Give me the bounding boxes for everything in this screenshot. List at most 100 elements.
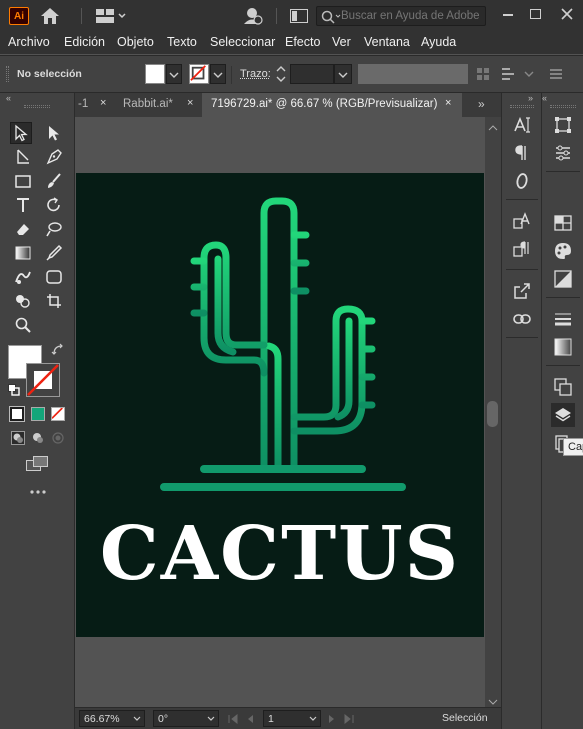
search-input[interactable] [341, 8, 483, 24]
menu-texto[interactable]: Texto [167, 35, 197, 49]
tab-overflow-icon[interactable]: » [478, 97, 494, 111]
gradient-tool-icon[interactable] [12, 242, 34, 264]
arrange-documents-icon[interactable] [290, 9, 308, 23]
tab-close-icon[interactable]: × [445, 97, 451, 109]
blend-tool-icon[interactable] [12, 266, 34, 288]
draw-normal-icon[interactable] [11, 431, 25, 445]
draw-behind-icon[interactable] [31, 431, 45, 445]
stroke-color-swatch[interactable] [26, 363, 60, 397]
default-colors-icon[interactable] [8, 384, 20, 396]
stroke-weight-stepper[interactable] [274, 64, 288, 84]
shape-builder-tool-icon[interactable] [12, 290, 34, 312]
menu-ver[interactable]: Ver [332, 35, 351, 49]
menu-edicion[interactable]: Edición [64, 35, 105, 49]
scroll-up-icon[interactable] [488, 121, 498, 131]
layers-panel-icon[interactable] [551, 403, 575, 427]
menu-ventana[interactable]: Ventana [364, 35, 410, 49]
transform-icon[interactable] [500, 66, 522, 82]
warp-tool-icon[interactable] [43, 218, 65, 240]
selection-tool-icon[interactable] [10, 122, 32, 144]
first-artboard-icon[interactable] [227, 713, 239, 725]
zoom-tool-icon[interactable] [12, 314, 34, 336]
menu-efecto[interactable]: Efecto [285, 35, 320, 49]
fill-swatch[interactable] [145, 64, 165, 84]
tab-document-1[interactable]: -1 × [75, 93, 113, 117]
tab-close-icon[interactable]: × [100, 97, 106, 109]
zoom-field[interactable]: 66.67% [79, 710, 145, 727]
rotate-tool-icon[interactable] [43, 194, 65, 216]
menu-seleccionar[interactable]: Seleccionar [210, 35, 275, 49]
none-mode-swatch[interactable] [51, 407, 65, 421]
direct-selection-tool-icon[interactable] [43, 122, 65, 144]
pen-tool-icon[interactable] [43, 146, 65, 168]
artboards-panel-icon[interactable] [551, 375, 575, 399]
close-icon[interactable] [560, 7, 574, 21]
character-styles-icon[interactable] [510, 209, 534, 233]
rectangle-tool-icon[interactable] [12, 170, 34, 192]
fill-dropdown[interactable] [166, 64, 182, 84]
current-tool-status[interactable]: Selección [442, 712, 488, 724]
transform-panel-icon[interactable] [551, 113, 575, 137]
paragraph-styles-icon[interactable] [510, 237, 534, 261]
rotation-field[interactable]: 0° [153, 710, 219, 727]
stroke-dropdown[interactable] [210, 64, 226, 84]
search-box[interactable] [316, 6, 486, 26]
artboard-tool-icon[interactable] [43, 266, 65, 288]
collapse-icon[interactable]: « [6, 93, 26, 103]
gradient-mode-swatch[interactable] [31, 407, 45, 421]
chevron-down-icon[interactable] [308, 714, 318, 724]
artboard[interactable]: CACTUS [76, 173, 484, 637]
tab-rabbit[interactable]: Rabbit.ai* × [115, 93, 201, 117]
artboard-number-field[interactable]: 1 [263, 710, 321, 727]
home-icon[interactable] [40, 7, 60, 25]
stroke-panel-icon[interactable] [551, 307, 575, 331]
workspace-switcher-icon[interactable] [96, 9, 126, 23]
collapse-icon[interactable]: « [542, 93, 556, 103]
user-status-icon[interactable] [243, 7, 263, 25]
links-icon[interactable] [510, 307, 534, 331]
paragraph-panel-icon[interactable] [510, 141, 534, 165]
export-icon[interactable] [510, 279, 534, 303]
tab-close-icon[interactable]: × [187, 97, 193, 109]
color-panel-icon[interactable] [551, 239, 575, 263]
previous-artboard-icon[interactable] [245, 713, 255, 723]
panel-menu-icon[interactable] [548, 66, 564, 82]
paintbrush-tool-icon[interactable] [43, 170, 65, 192]
color-mode-swatch[interactable] [9, 406, 25, 422]
next-artboard-icon[interactable] [327, 713, 337, 723]
chevron-down-icon[interactable] [522, 66, 536, 82]
eyedropper-tool-icon[interactable] [43, 242, 65, 264]
character-panel-icon[interactable] [510, 113, 534, 137]
stroke-weight-dropdown[interactable] [334, 64, 352, 84]
variable-width-profile[interactable] [358, 64, 468, 84]
screen-mode-icon[interactable] [26, 455, 50, 473]
properties-panel-icon[interactable] [551, 141, 575, 165]
scroll-thumb[interactable] [487, 401, 498, 427]
gradient-panel-icon[interactable] [551, 335, 575, 359]
minimize-icon[interactable] [503, 14, 513, 16]
align-icon[interactable] [476, 66, 490, 82]
vertical-scrollbar[interactable] [485, 117, 501, 707]
color-guide-icon[interactable] [551, 267, 575, 291]
crop-tool-icon[interactable] [43, 290, 65, 312]
collapse-icon[interactable]: » [528, 93, 542, 103]
chevron-down-icon[interactable] [206, 714, 216, 724]
maximize-icon[interactable] [530, 9, 541, 19]
menu-objeto[interactable]: Objeto [117, 35, 154, 49]
swap-colors-icon[interactable] [51, 343, 65, 357]
draw-inside-icon[interactable] [51, 431, 65, 445]
eraser-tool-icon[interactable] [12, 218, 34, 240]
stroke-swatch[interactable] [189, 64, 209, 84]
opentype-panel-icon[interactable] [510, 169, 534, 193]
menu-archivo[interactable]: Archivo [8, 35, 50, 49]
swatches-panel-icon[interactable] [551, 211, 575, 235]
stroke-weight-input[interactable] [290, 64, 334, 84]
tab-active-document[interactable]: 7196729.ai* @ 66.67 % (RGB/Previsualizar… [202, 93, 462, 117]
last-artboard-icon[interactable] [343, 713, 355, 725]
chevron-down-icon[interactable] [132, 714, 142, 724]
type-tool-icon[interactable] [12, 194, 34, 216]
more-tools-icon[interactable] [28, 485, 48, 494]
scroll-down-icon[interactable] [488, 695, 498, 705]
menu-ayuda[interactable]: Ayuda [421, 35, 456, 49]
direct-select-arrow-icon[interactable] [12, 146, 34, 168]
